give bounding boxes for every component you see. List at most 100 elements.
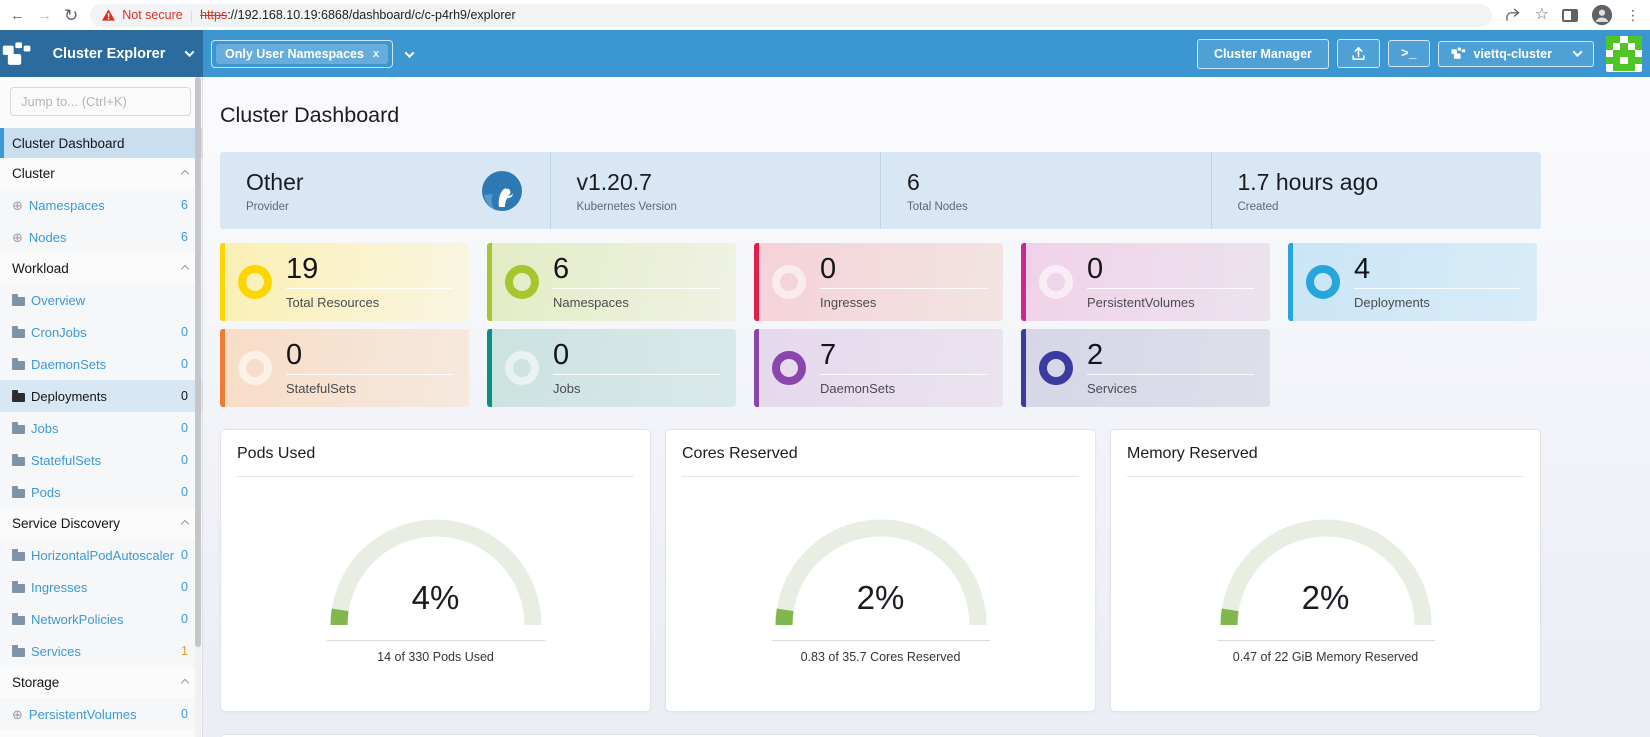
user-avatar-identicon[interactable] [1606, 35, 1642, 72]
stat-card-ingresses: 0 Ingresses [754, 243, 1003, 321]
sidebar-section-cluster[interactable]: Cluster [0, 158, 202, 189]
chevron-up-icon [180, 678, 190, 687]
kebab-menu-icon[interactable]: ⋮ [1626, 8, 1640, 22]
sidebar-item-persistentvolumes[interactable]: ⊕ PersistentVolumes 0 [0, 698, 202, 730]
sidebar-nav: Cluster ⊕ Namespaces 6 ⊕ Nodes 6 Workload Overvi… [0, 158, 202, 730]
chevron-up-icon [180, 264, 190, 273]
cluster-name: viettq-cluster [1473, 46, 1553, 61]
sidebar-item-horizontalpodautoscalers[interactable]: HorizontalPodAutoscalers 0 [0, 539, 202, 571]
refresh-icon[interactable]: ↻ [64, 7, 78, 24]
sidebar-item-nodes[interactable]: ⊕ Nodes 6 [0, 221, 202, 253]
gauge-cards: Pods Used 4% 14 of 330 Pods Used Cores R… [220, 429, 1541, 712]
sidebar: Cluster Dashboard Cluster⊕Namespaces6⊕No… [0, 77, 203, 737]
provider-logo-icon [481, 170, 522, 211]
gauge-title: Pods Used [237, 445, 316, 462]
sidebar-item-networkpolicies[interactable]: NetworkPolicies 0 [0, 603, 202, 635]
folder-icon [12, 293, 25, 306]
item-count: 6 [181, 198, 188, 212]
stat-label: StatefulSets [286, 380, 357, 396]
stat-count: 6 [553, 252, 570, 285]
gauge-percent: 2% [1301, 579, 1350, 616]
ring-icon [772, 351, 806, 385]
folder-icon [12, 485, 25, 498]
rancher-logo-icon [2, 41, 31, 65]
ring-icon [1039, 265, 1073, 299]
sidebar-item-daemonsets[interactable]: DaemonSets 0 [0, 348, 202, 380]
app-switcher[interactable]: Cluster Explorer [0, 30, 203, 77]
sidebar-scrollbar[interactable] [195, 77, 201, 737]
sidebar-item-cronjobs[interactable]: CronJobs 0 [0, 316, 202, 348]
side-panel-icon[interactable] [1562, 8, 1578, 22]
scrollbar-thumb[interactable] [195, 77, 201, 647]
ring-icon [505, 265, 539, 299]
info-label: Provider [246, 200, 289, 213]
search-input[interactable] [10, 87, 191, 116]
url-text: https://192.168.10.19:6868/dashboard/c/c… [200, 8, 516, 22]
sidebar-item-deployments[interactable]: Deployments 0 [0, 380, 202, 412]
sidebar-item-jobs[interactable]: Jobs 0 [0, 412, 202, 444]
url-bar[interactable]: Not secure | https://192.168.10.19:6868/… [90, 3, 1492, 27]
gauge-caption: 0.83 of 35.7 Cores Reserved [800, 650, 961, 664]
stat-label: Total Resources [286, 294, 380, 310]
gauge-percent: 4% [411, 579, 460, 616]
folder-icon [12, 325, 25, 338]
share-icon[interactable] [1504, 6, 1522, 24]
info-label: Total Nodes [907, 200, 968, 213]
namespace-filter-chip[interactable]: Only User Namespaces x [216, 43, 389, 64]
sidebar-item-ingresses[interactable]: Ingresses 0 [0, 571, 202, 603]
stat-card-persistentvolumes: 0 PersistentVolumes [1021, 243, 1270, 321]
folder-icon [12, 644, 25, 657]
gauge-title: Memory Reserved [1127, 445, 1258, 462]
sidebar-item-cluster-dashboard[interactable]: Cluster Dashboard [0, 128, 202, 158]
gauge-title: Cores Reserved [682, 445, 798, 462]
resource-stat-cards: 19 Total Resources 6 Namespaces 0 Ingres… [220, 243, 1541, 407]
profile-avatar-icon[interactable] [1591, 4, 1613, 26]
sidebar-item-overview[interactable]: Overview [0, 284, 202, 316]
cluster-info-strip: Other Provider v1.20.7 Kubernetes Versio… [220, 152, 1541, 229]
kubectl-shell-button[interactable]: >_ [1387, 40, 1430, 67]
stat-label: PersistentVolumes [1087, 294, 1195, 310]
ring-icon [505, 351, 539, 385]
cluster-manager-button[interactable]: Cluster Manager [1196, 38, 1329, 69]
stat-card-namespaces: 6 Namespaces [487, 243, 736, 321]
gauge-caption: 14 of 330 Pods Used [377, 650, 494, 664]
sidebar-item-namespaces[interactable]: ⊕ Namespaces 6 [0, 189, 202, 221]
bookmark-star-icon[interactable]: ☆ [1535, 7, 1549, 23]
back-icon[interactable]: ← [10, 8, 25, 23]
chip-close-icon[interactable]: x [373, 48, 379, 60]
info-created: 1.7 hours ago Created [1210, 152, 1542, 229]
info-provider: Other Provider [220, 152, 550, 229]
gauge-card-cores-reserved: Cores Reserved 2% 0.83 of 35.7 Cores Res… [665, 429, 1096, 712]
sidebar-section-service-discovery[interactable]: Service Discovery [0, 508, 202, 539]
info-label: Created [1237, 200, 1279, 213]
cluster-select[interactable]: viettq-cluster [1437, 40, 1594, 67]
sidebar-section-storage[interactable]: Storage [0, 667, 202, 698]
forward-icon[interactable]: → [37, 8, 52, 23]
item-count: 0 [181, 612, 188, 626]
item-count: 0 [181, 389, 188, 403]
folder-icon [12, 421, 25, 434]
import-yaml-button[interactable] [1336, 39, 1380, 68]
stat-count: 4 [1354, 252, 1371, 285]
gauge-caption: 0.47 of 22 GiB Memory Reserved [1232, 650, 1419, 664]
sidebar-item-pods[interactable]: Pods 0 [0, 476, 202, 508]
namespace-filter[interactable]: Only User Namespaces x [211, 30, 426, 77]
stat-label: DaemonSets [820, 380, 896, 396]
app-title: Cluster Explorer [52, 45, 166, 62]
stat-card-jobs: 0 Jobs [487, 329, 736, 407]
browser-toolbar: ← → ↻ Not secure | https://192.168.10.19… [0, 0, 1650, 30]
info-value: 1.7 hours ago [1237, 168, 1379, 195]
sidebar-section-workload[interactable]: Workload [0, 253, 202, 284]
item-count: 6 [181, 230, 188, 244]
ring-icon [238, 265, 272, 299]
info-kubernetes-version: v1.20.7 Kubernetes Version [549, 152, 881, 229]
folder-icon [12, 580, 25, 593]
app-header: Cluster Explorer Only User Namespaces x C… [0, 30, 1650, 77]
folder-icon [12, 548, 25, 561]
upload-icon [1352, 47, 1365, 60]
sidebar-item-services[interactable]: Services 1 [0, 635, 202, 667]
ring-icon [238, 351, 272, 385]
folder-icon [12, 453, 25, 466]
folder-icon [12, 389, 25, 402]
sidebar-item-statefulsets[interactable]: StatefulSets 0 [0, 444, 202, 476]
